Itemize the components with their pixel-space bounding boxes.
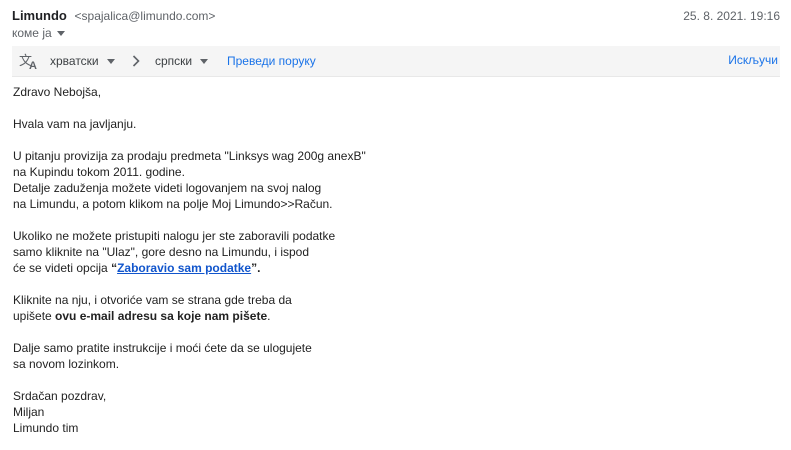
sender-name[interactable]: Limundo xyxy=(12,8,67,23)
email-view: Limundo <spajalica@limundo.com> 25. 8. 2… xyxy=(0,0,791,450)
body-line-prefix: će se videti opcija xyxy=(13,261,112,275)
close-quote: ”. xyxy=(251,261,261,275)
body-line: U pitanju provizija za prodaju predmeta … xyxy=(13,149,366,163)
target-language-select[interactable]: српски xyxy=(155,54,209,68)
message-date: 25. 8. 2021. 19:16 xyxy=(683,9,780,23)
body-line-prefix: upišete xyxy=(13,309,56,323)
email-instruction-bold: ovu e-mail adresu sa koje nam pišete xyxy=(55,309,268,323)
body-line: Kliknite na nju, i otvoriće vam se stran… xyxy=(13,293,292,307)
body-line: na Kupindu tokom 2011. godine. xyxy=(13,165,185,179)
translate-bar: 文 A хрватски српски Преведи поруку Искљу… xyxy=(12,46,780,77)
message-header: Limundo <spajalica@limundo.com> 25. 8. 2… xyxy=(12,4,780,40)
thanks-paragraph: Hvala vam na javljanju. xyxy=(13,116,713,132)
chevron-right-icon xyxy=(132,55,140,67)
signature-line: Limundo tim xyxy=(13,421,79,435)
caret-down-icon[interactable] xyxy=(56,30,65,36)
forgot-details-paragraph: Ukoliko ne možete pristupiti nalogu jer … xyxy=(13,228,713,276)
commission-paragraph: U pitanju provizija za prodaju predmeta … xyxy=(13,148,713,212)
sender-email: <spajalica@limundo.com> xyxy=(74,9,216,23)
greeting: Zdravo Nebojša, xyxy=(13,84,713,100)
body-line: Detalje zaduženja možete videti logovanj… xyxy=(13,181,322,195)
body-line: će se videti opcija “Zaboravio sam podat… xyxy=(13,260,713,276)
thanks-text: Hvala vam na javljanju. xyxy=(13,117,137,131)
caret-down-icon xyxy=(106,58,115,64)
recipient-details-toggle[interactable]: коме ја xyxy=(12,26,65,40)
translate-icon: 文 A xyxy=(19,53,37,70)
greeting-text: Zdravo Nebojša, xyxy=(13,85,102,99)
caret-down-icon xyxy=(200,58,209,64)
instructions-paragraph: Dalje samo pratite instrukcije i moći će… xyxy=(13,340,713,372)
svg-text:A: A xyxy=(29,60,37,70)
body-line: sa novom lozinkom. xyxy=(13,357,120,371)
message-body: Zdravo Nebojša, Hvala vam na javljanju. … xyxy=(13,84,713,450)
sender[interactable]: Limundo <spajalica@limundo.com> xyxy=(12,8,215,23)
body-line: Ukoliko ne možete pristupiti nalogu jer … xyxy=(13,229,336,243)
signature-line: Miljan xyxy=(13,405,45,419)
recipient-label: коме ја xyxy=(12,26,52,40)
turn-off-translation-link[interactable]: Искључи xyxy=(728,53,778,67)
signature-line: Srdačan pozdrav, xyxy=(13,389,107,403)
body-line: samo kliknite na "Ulaz", gore desno na L… xyxy=(13,245,310,259)
signature: Srdačan pozdrav, Miljan Limundo tim xyxy=(13,388,713,436)
forgot-details-link[interactable]: Zaboravio sam podatke xyxy=(117,261,251,275)
body-line-suffix: . xyxy=(267,309,271,323)
body-line: Dalje samo pratite instrukcije i moći će… xyxy=(13,341,312,355)
translate-message-link[interactable]: Преведи поруку xyxy=(227,54,316,68)
target-language-label: српски xyxy=(155,54,193,68)
source-language-select[interactable]: хрватски xyxy=(50,54,115,68)
source-language-label: хрватски xyxy=(50,54,99,68)
body-line: na Limundu, a potom klikom na polje Moj … xyxy=(13,197,333,211)
body-line: upišete ovu e-mail adresu sa koje nam pi… xyxy=(13,308,713,324)
click-paragraph: Kliknite na nju, i otvoriće vam se stran… xyxy=(13,292,713,324)
